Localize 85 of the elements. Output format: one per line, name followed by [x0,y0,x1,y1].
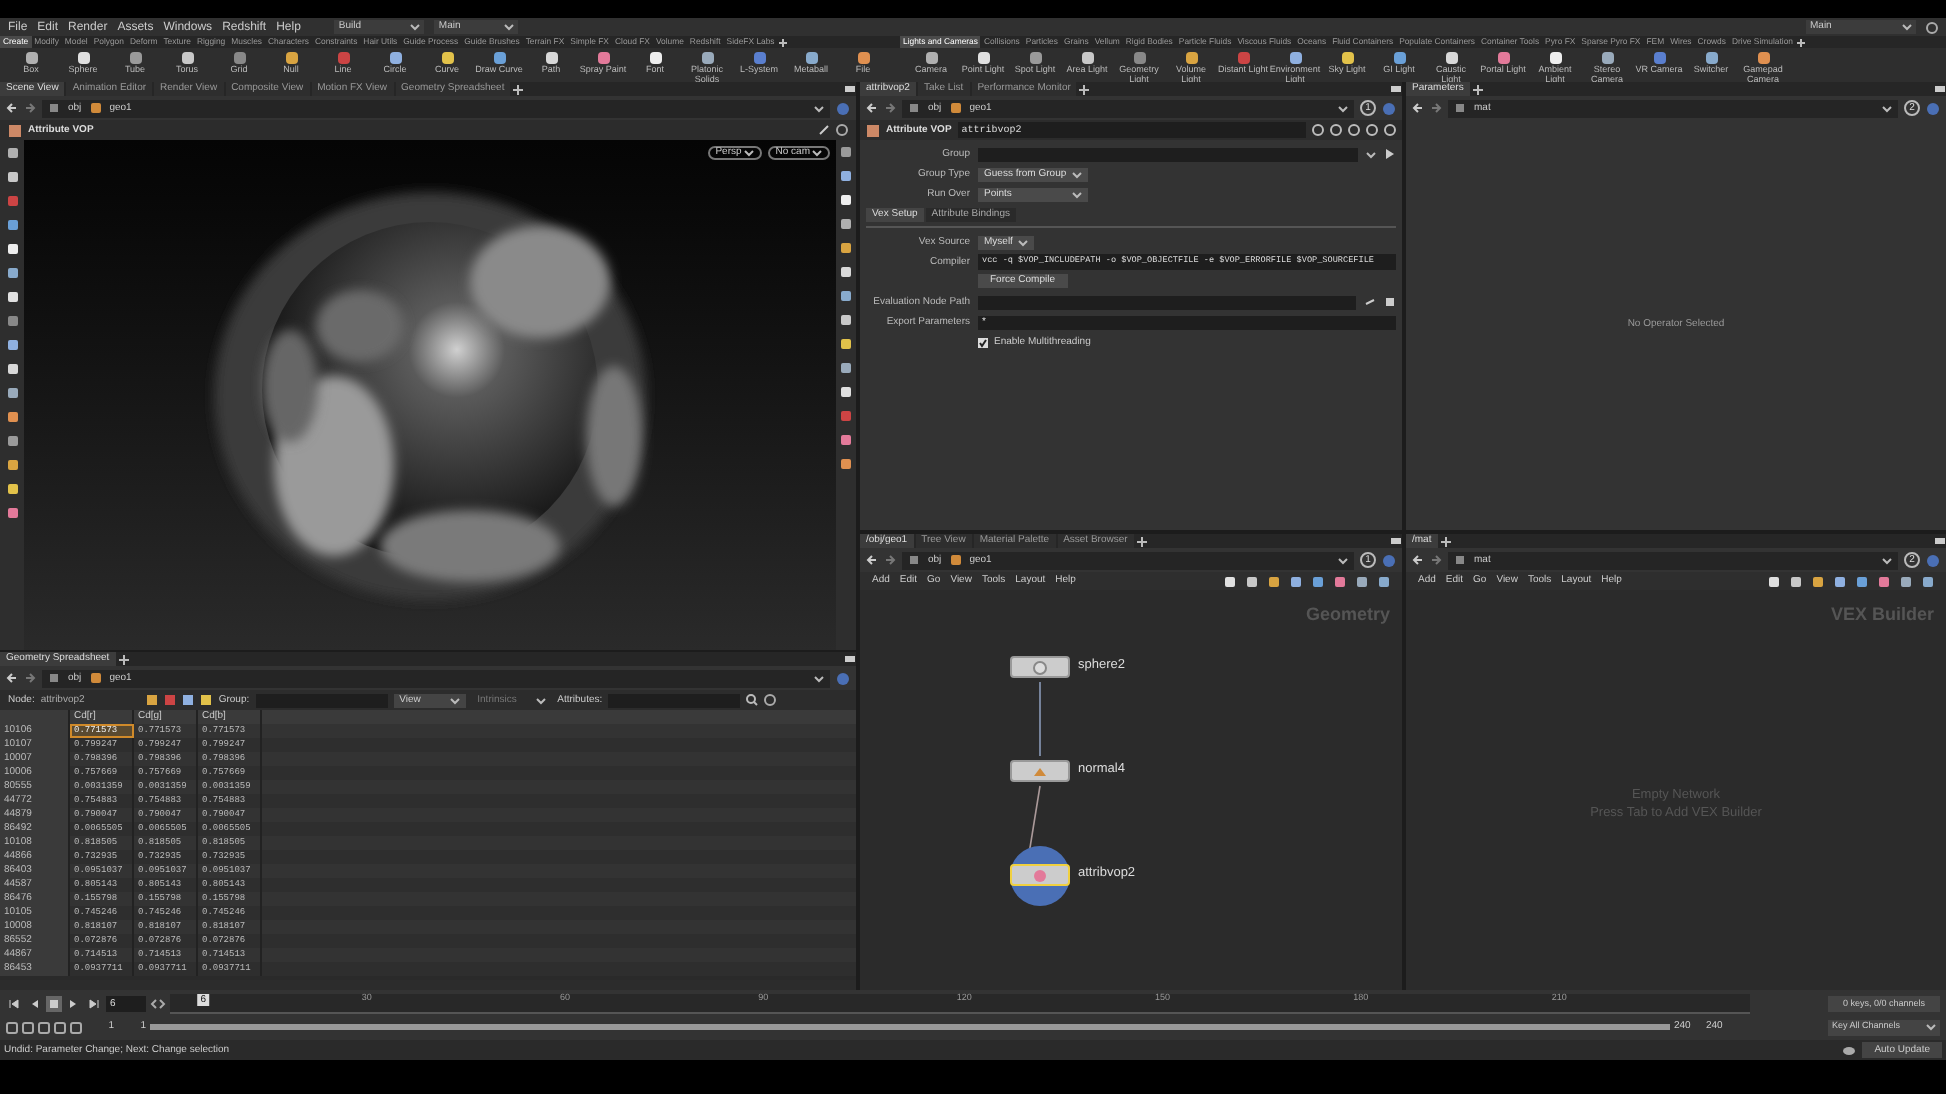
forward-icon[interactable] [1430,554,1442,566]
check-icon [978,337,988,347]
caret-icon [1338,555,1348,565]
caret-icon [1926,1022,1936,1032]
node-chooser-icon[interactable] [1384,296,1396,308]
node-icon [949,554,962,566]
add-tab-icon[interactable] [777,37,788,47]
node-icon [89,672,102,684]
pane-menu-icon[interactable] [844,654,856,664]
pane-menu-icon[interactable] [1390,536,1402,546]
network-node[interactable] [1010,656,1070,678]
forward-icon[interactable] [24,102,36,114]
attributes-field[interactable] [608,693,741,707]
node-icon [1032,867,1048,883]
playback-button[interactable] [6,996,22,1012]
checkbox[interactable] [978,337,988,347]
globe-icon[interactable] [1926,553,1940,567]
forward-icon[interactable] [884,102,896,114]
jump-icon[interactable] [1364,296,1376,308]
add-tab-icon[interactable] [1471,83,1484,95]
skip-end-icon [88,998,100,1010]
caret-icon [1882,555,1892,565]
caret-icon [1882,103,1892,113]
add-tab-icon[interactable] [512,83,525,95]
back-icon[interactable] [866,554,878,566]
node-icon [1454,102,1466,114]
pane-menu-icon[interactable] [844,84,856,94]
pane-menu-icon[interactable] [1934,536,1946,546]
node-type-icon [8,123,22,137]
node-type-icon [866,123,880,137]
globe-icon[interactable] [1926,101,1940,115]
node-icon [1032,763,1048,779]
group-field[interactable] [255,693,388,707]
caret-icon [814,103,824,113]
pane-menu-icon[interactable] [1390,84,1402,94]
pane-menu-icon[interactable] [1934,84,1946,94]
cloud-icon[interactable] [1842,1044,1857,1056]
playback-button[interactable] [86,996,102,1012]
node-icon [908,102,920,114]
caret-icon [1366,149,1376,159]
forward-icon[interactable] [884,554,896,566]
play-icon [68,998,80,1010]
caret-icon [449,695,460,705]
add-tab-icon[interactable] [1795,37,1806,47]
step-icon[interactable] [150,998,166,1010]
add-tab-icon[interactable] [117,653,130,665]
back-icon[interactable] [1412,554,1424,566]
reverse-play-icon [28,998,40,1010]
back-icon[interactable] [866,102,878,114]
network-node[interactable] [1010,760,1070,782]
caret-icon [535,695,546,705]
globe-icon[interactable] [836,671,850,685]
back-icon[interactable] [6,102,18,114]
globe-icon[interactable] [836,101,850,115]
globe-icon[interactable] [1382,553,1396,567]
globe-icon[interactable] [1382,101,1396,115]
back-icon[interactable] [6,672,18,684]
playback-button[interactable] [46,996,62,1012]
add-tab-icon[interactable] [1078,83,1091,95]
node-icon [48,102,60,114]
node-icon [949,102,962,114]
caret-icon [1338,103,1348,113]
add-tab-icon[interactable] [1439,535,1452,547]
caret-icon [812,148,822,158]
network-node[interactable] [1010,864,1070,886]
forward-icon[interactable] [24,672,36,684]
caret-icon [504,22,515,32]
caret-icon [1902,22,1912,32]
pick-arrow-icon[interactable] [1384,148,1396,160]
connector-line [1039,681,1041,757]
caret-icon [743,148,754,158]
range-slider[interactable] [150,1024,1670,1030]
node-icon [48,672,60,684]
node-icon [908,554,920,566]
back-icon[interactable] [1412,102,1424,114]
caret-icon [1018,237,1028,247]
forward-icon[interactable] [1430,102,1442,114]
caret-icon [410,22,421,32]
add-tab-icon[interactable] [1135,535,1148,547]
node-icon [89,102,102,114]
node-icon [1032,659,1048,675]
node-icon [1454,554,1466,566]
skip-start-icon [8,998,20,1010]
caret-icon [814,673,824,683]
stop-icon [48,998,60,1010]
